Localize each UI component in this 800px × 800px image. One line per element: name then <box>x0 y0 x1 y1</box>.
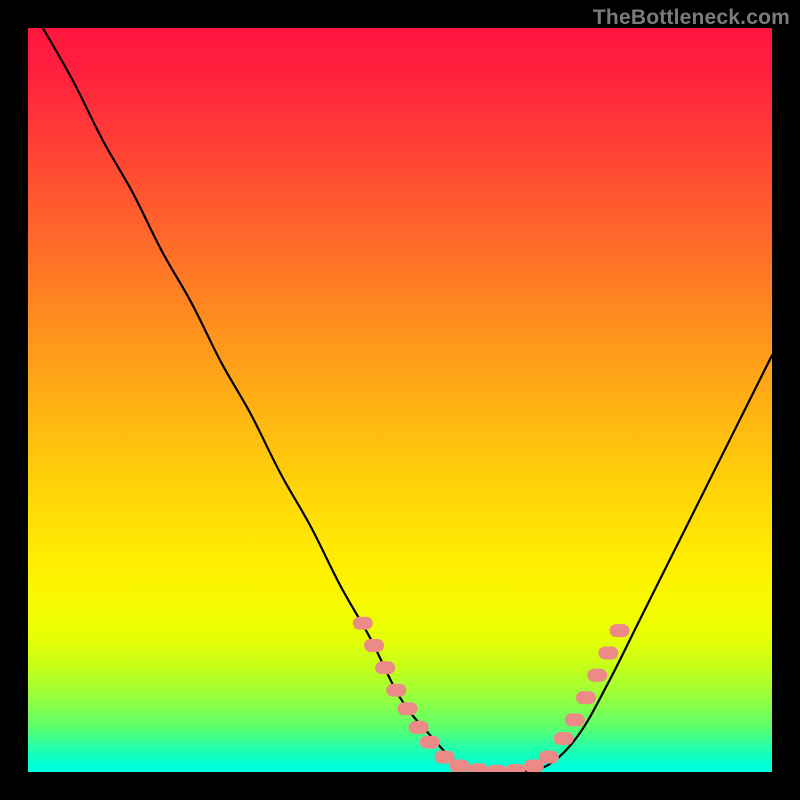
data-marker <box>375 661 395 674</box>
data-marker <box>468 763 488 772</box>
data-marker <box>487 765 507 772</box>
data-marker <box>409 721 429 734</box>
data-marker <box>598 647 618 660</box>
plot-area <box>28 28 772 772</box>
data-marker <box>505 764 525 772</box>
data-marker <box>353 617 373 630</box>
marker-group <box>353 617 630 772</box>
bottleneck-curve <box>43 28 772 772</box>
data-marker <box>587 669 607 682</box>
data-marker <box>554 732 574 745</box>
data-marker <box>386 684 406 697</box>
data-marker <box>450 760 470 773</box>
chart-svg <box>28 28 772 772</box>
data-marker <box>610 624 630 637</box>
chart-frame: TheBottleneck.com <box>0 0 800 800</box>
data-marker <box>539 751 559 764</box>
data-marker <box>565 713 585 726</box>
data-marker <box>364 639 384 652</box>
data-marker <box>397 702 417 715</box>
watermark-text: TheBottleneck.com <box>593 6 790 30</box>
data-marker <box>576 691 596 704</box>
data-marker <box>420 736 440 749</box>
